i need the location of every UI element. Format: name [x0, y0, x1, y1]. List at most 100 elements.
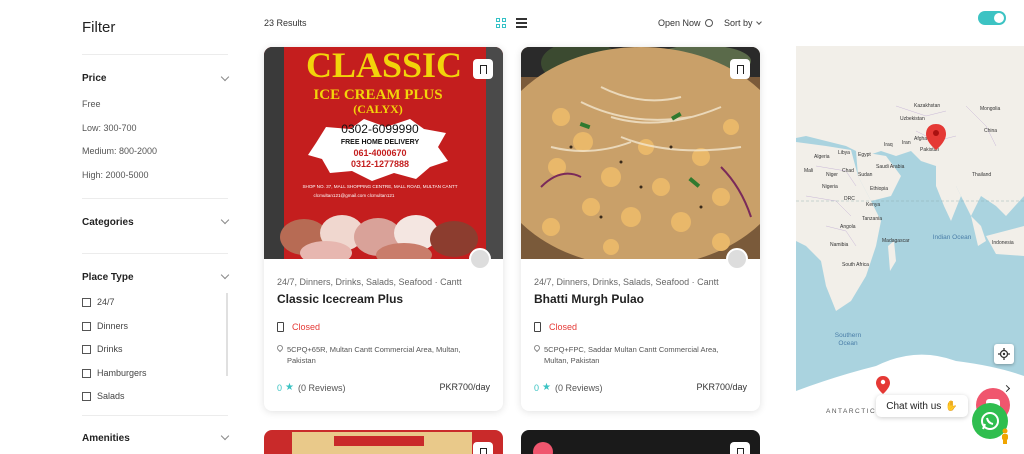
place-type-option-drinks[interactable]: Drinks: [82, 344, 123, 354]
map-label: Chad: [842, 168, 854, 174]
map-label: Indonesia: [992, 240, 1014, 246]
bookmark-icon[interactable]: [473, 59, 493, 79]
place-type-option-salads[interactable]: Salads: [82, 391, 125, 401]
bookmark-icon[interactable]: [473, 442, 493, 454]
ocean-label: Southern Ocean: [834, 332, 862, 347]
map-label: Tanzania: [862, 216, 883, 222]
listing-card[interactable]: [521, 430, 760, 454]
checkbox[interactable]: [82, 321, 91, 331]
listing-title[interactable]: Classic Icecream Plus: [277, 292, 403, 306]
map-label: China: [984, 128, 998, 134]
map-label: Saudi Arabia: [876, 164, 905, 170]
listing-image[interactable]: [521, 47, 760, 267]
locate-me-button[interactable]: [994, 344, 1014, 364]
list-view-icon[interactable]: [516, 18, 527, 28]
map-label: Madagascar: [882, 238, 910, 244]
map-marker[interactable]: [875, 375, 891, 395]
svg-text:0312-1277888: 0312-1277888: [351, 159, 409, 169]
place-type-scrollbar[interactable]: [226, 293, 228, 376]
avatar[interactable]: [469, 248, 491, 270]
map-marker[interactable]: [924, 122, 948, 152]
clock-icon: [704, 19, 713, 27]
phone-icon: [534, 322, 541, 332]
star-icon: ★: [542, 382, 551, 393]
checkbox[interactable]: [82, 368, 91, 378]
svg-text:(CALYX): (CALYX): [353, 102, 403, 116]
chevron-down-icon: [220, 215, 230, 225]
whatsapp-icon: [981, 412, 999, 430]
listing-card[interactable]: CLASSIC ICE CREAM PLUS (CALYX) 0302-6099…: [264, 47, 503, 411]
listing-title[interactable]: Bhatti Murgh Pulao: [534, 292, 644, 306]
listing-tags: 24/7, Dinners, Drinks, Salads, Seafood ·…: [534, 277, 719, 287]
price-option-medium[interactable]: Medium: 800-2000: [82, 146, 157, 156]
filter-title: Filter: [82, 19, 116, 36]
ocean-label: Indian Ocean: [932, 234, 972, 241]
listing-image: [533, 442, 553, 454]
map-label: Uzbekistan: [900, 116, 925, 122]
location-pin-icon: [532, 343, 542, 353]
price-title: Price: [82, 73, 107, 84]
checkbox[interactable]: [82, 344, 91, 354]
checkbox[interactable]: [82, 297, 91, 307]
chevron-down-icon: [755, 19, 762, 25]
svg-text:0302-6099990: 0302-6099990: [341, 122, 419, 136]
location-pin-icon: [275, 343, 285, 353]
avatar[interactable]: [726, 248, 748, 270]
chevron-down-icon: [220, 431, 230, 441]
map-label: Namibia: [830, 242, 849, 248]
sort-by-dropdown[interactable]: Sort by: [724, 18, 762, 28]
svg-text:ICE CREAM PLUS: ICE CREAM PLUS: [313, 87, 442, 103]
map-label: Angola: [840, 224, 856, 230]
listing-price: PKR700/day: [696, 382, 747, 392]
antarctica-label: ANTARCTICA: [826, 408, 883, 415]
map-label: Mali: [804, 168, 814, 174]
grid-view-icon[interactable]: [496, 18, 506, 28]
place-type-option-24-7[interactable]: 24/7: [82, 297, 115, 307]
checkbox[interactable]: [82, 391, 91, 401]
map-label: Libya: [838, 150, 850, 156]
map-label: South Africa: [842, 262, 869, 268]
map-label: Nigeria: [822, 184, 838, 190]
listing-rating: 0 ★ (0 Reviews): [277, 382, 346, 393]
divider: [82, 415, 228, 416]
bookmark-icon[interactable]: [730, 442, 750, 454]
price-option-free[interactable]: Free: [82, 99, 101, 109]
place-type-option-dinners[interactable]: Dinners: [82, 321, 128, 331]
place-type-title: Place Type: [82, 272, 134, 283]
listing-image[interactable]: CLASSIC ICE CREAM PLUS (CALYX) 0302-6099…: [264, 47, 503, 267]
listing-address: 5CPQ+FPC, Saddar Multan Cantt Commercial…: [532, 343, 744, 366]
listing-card[interactable]: [264, 430, 503, 454]
price-option-high[interactable]: High: 2000-5000: [82, 170, 149, 180]
bookmark-icon[interactable]: [730, 59, 750, 79]
filter-sidebar: Filter Price Free Low: 300-700 Medium: 8…: [82, 0, 230, 454]
map-label: Sudan: [858, 172, 873, 178]
open-status: Closed: [534, 322, 577, 332]
listing-image: [292, 432, 472, 454]
phone-icon: [277, 322, 284, 332]
map-label: Thailand: [972, 172, 992, 178]
chevron-down-icon: [220, 270, 230, 280]
map-label: Algeria: [814, 154, 830, 160]
map-label: Iraq: [884, 142, 893, 148]
open-now-filter[interactable]: Open Now: [658, 18, 713, 28]
listing-address: 5CPQ+65R, Multan Cantt Commercial Area, …: [275, 343, 487, 366]
pulao-food-image: [521, 47, 760, 267]
chat-prompt[interactable]: Chat with us ✋: [876, 395, 968, 417]
listing-price: PKR700/day: [439, 382, 490, 392]
chevron-down-icon: [220, 72, 230, 82]
map-label: Mongolia: [980, 106, 1001, 112]
listing-card[interactable]: 24/7, Dinners, Drinks, Salads, Seafood ·…: [521, 47, 760, 411]
map-toggle[interactable]: [978, 11, 1006, 25]
svg-text:clcmultan121@gmail.com clcmu: clcmultan121@gmail.com clcmultan121: [313, 193, 394, 198]
pegman-icon[interactable]: [1000, 428, 1010, 444]
map-label: Kazakhstan: [914, 103, 941, 109]
map-label: Egypt: [858, 152, 871, 158]
divider: [82, 198, 228, 199]
divider: [82, 54, 228, 55]
price-option-low[interactable]: Low: 300-700: [82, 123, 137, 133]
listing-tags: 24/7, Dinners, Drinks, Salads, Seafood ·…: [277, 277, 462, 287]
map-label: Ethiopia: [870, 186, 889, 192]
map-label: Niger: [826, 172, 838, 178]
place-type-option-hamburgers[interactable]: Hamburgers: [82, 368, 147, 378]
crosshair-icon: [998, 348, 1010, 360]
